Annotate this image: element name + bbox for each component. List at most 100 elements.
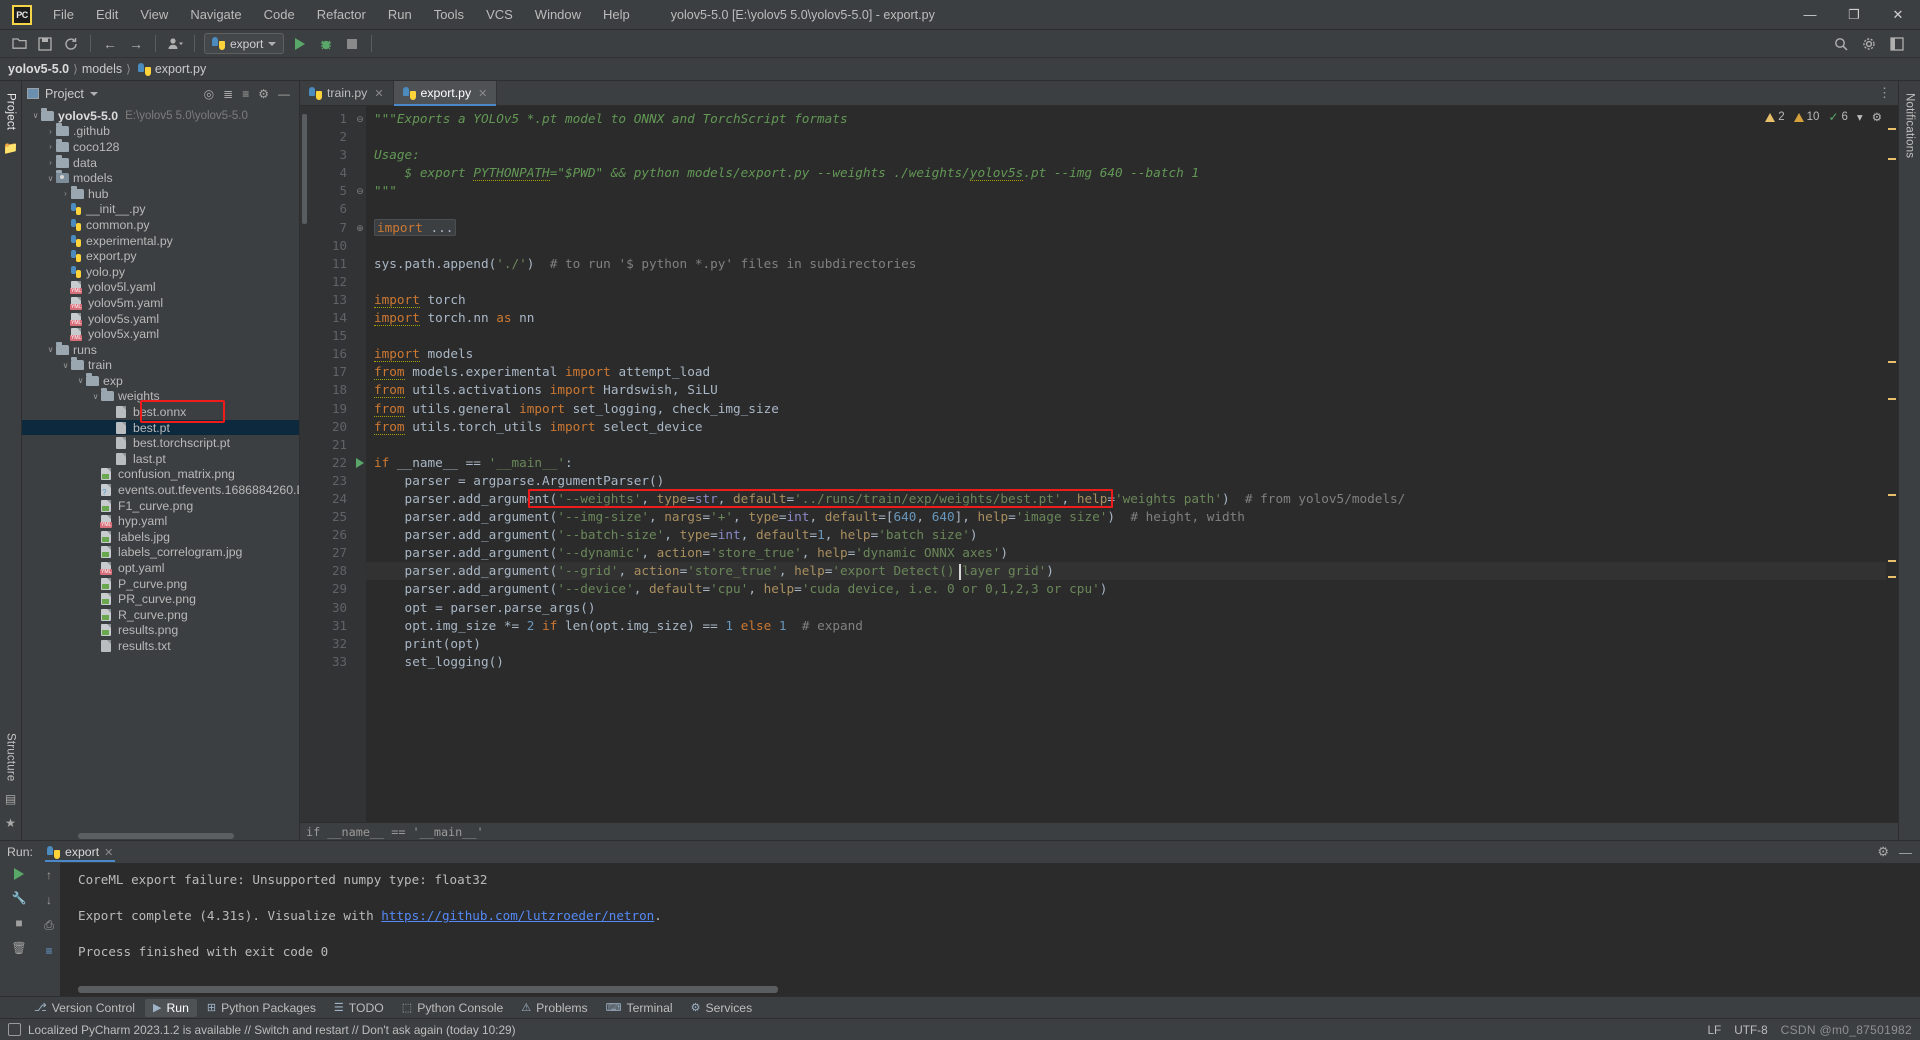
tree-item-results-txt[interactable]: results.txt [22, 638, 299, 654]
menu-edit[interactable]: Edit [85, 3, 129, 26]
project-chevron-down-icon[interactable] [89, 91, 98, 96]
tree-expand-arrow[interactable]: ∨ [30, 111, 41, 120]
minimize-button[interactable]: — [1788, 0, 1832, 30]
sync-icon[interactable] [58, 32, 84, 56]
code-line-32[interactable]: print(opt) [366, 635, 1886, 653]
line-separator-indicator[interactable]: LF [1707, 1023, 1721, 1037]
run-configuration-selector[interactable]: export [204, 33, 285, 54]
close-button[interactable]: ✕ [1876, 0, 1920, 30]
back-arrow-icon[interactable]: ← [97, 32, 123, 56]
fold-marker[interactable] [354, 617, 366, 635]
code-line-1[interactable]: """Exports a YOLOv5 *.pt model to ONNX a… [366, 110, 1886, 128]
tree-item-weights[interactable]: ∨ weights [22, 389, 299, 405]
fold-marker[interactable]: ⊖ [354, 182, 366, 200]
tree-item-yolov5l-yaml[interactable]: yolov5l.yaml [22, 280, 299, 296]
fold-marker[interactable] [354, 200, 366, 218]
fold-marker[interactable] [354, 400, 366, 418]
fold-marker[interactable] [354, 146, 366, 164]
tree-expand-arrow[interactable]: › [45, 158, 56, 167]
tool-button-terminal[interactable]: ⌨ Terminal [598, 999, 681, 1017]
inspection-chevron-icon[interactable]: ▾ [1857, 110, 1863, 124]
fold-marker[interactable] [354, 454, 366, 472]
project-horizontal-scrollbar[interactable] [22, 831, 299, 840]
tree-expand-arrow[interactable]: ∨ [45, 345, 56, 354]
fold-marker[interactable] [354, 472, 366, 490]
hide-panel-icon[interactable]: — [278, 87, 290, 101]
code-line-14[interactable]: import torch.nn as nn [366, 309, 1886, 327]
code-line-31[interactable]: opt.img_size *= 2 if len(opt.img_size) =… [366, 617, 1886, 635]
menu-help[interactable]: Help [592, 3, 641, 26]
fold-marker[interactable]: ⊕ [354, 219, 366, 237]
fold-marker[interactable] [354, 363, 366, 381]
locate-file-icon[interactable]: ◎ [204, 87, 214, 101]
tool-button-todo[interactable]: ☰ TODO [326, 999, 392, 1017]
tree-item-train[interactable]: ∨ train [22, 358, 299, 374]
tree-item-yolov5s-yaml[interactable]: yolov5s.yaml [22, 311, 299, 327]
tree-expand-arrow[interactable]: › [60, 189, 71, 198]
fold-marker[interactable] [354, 562, 366, 580]
status-message[interactable]: Localized PyCharm 2023.1.2 is available … [28, 1023, 516, 1037]
fold-marker[interactable] [354, 291, 366, 309]
tree-item-best-torchscript-pt[interactable]: best.torchscript.pt [22, 435, 299, 451]
fold-marker[interactable] [354, 580, 366, 598]
fold-marker[interactable] [354, 436, 366, 454]
code-line-22[interactable]: if __name__ == '__main__': [366, 454, 1886, 472]
code-line-12[interactable] [366, 273, 1886, 291]
code-line-28[interactable]: parser.add_argument('--grid', action='st… [366, 562, 1886, 581]
tree-item-models[interactable]: ∨ models [22, 170, 299, 186]
console-horizontal-scrollbar[interactable] [78, 986, 778, 993]
tree-item-labels-jpg[interactable]: labels.jpg [22, 529, 299, 545]
fold-marker[interactable] [354, 273, 366, 291]
code-line-24[interactable]: parser.add_argument('--weights', type=st… [366, 490, 1886, 508]
tree-expand-arrow[interactable]: › [45, 127, 56, 136]
menu-window[interactable]: Window [524, 3, 592, 26]
collapse-all-icon[interactable]: ≡ [242, 87, 249, 101]
fold-marker[interactable] [354, 327, 366, 345]
inspection-settings-icon[interactable]: ⚙ [1872, 110, 1882, 124]
fold-marker[interactable] [354, 508, 366, 526]
code-line-4[interactable]: $ export PYTHONPATH="$PWD" && python mod… [366, 164, 1886, 182]
tree-item-runs[interactable]: ∨ runs [22, 342, 299, 358]
fold-marker[interactable] [354, 345, 366, 363]
tree-item-yolo-py[interactable]: yolo.py [22, 264, 299, 280]
tool-button-problems[interactable]: ⚠ Problems [513, 999, 595, 1017]
rail-structure-label[interactable]: Structure [5, 727, 17, 787]
code-line-11[interactable]: sys.path.append('./') # to run '$ python… [366, 255, 1886, 273]
user-icon[interactable] [162, 32, 188, 56]
breadcrumb-models[interactable]: models [82, 62, 122, 76]
wrench-icon[interactable]: 🔧 [12, 891, 27, 905]
code-line-16[interactable]: import models [366, 345, 1886, 363]
rail-notifications-label[interactable]: Notifications [1904, 87, 1916, 164]
warning-count[interactable]: 2 [1765, 111, 1785, 123]
menu-tools[interactable]: Tools [423, 3, 475, 26]
fold-marker[interactable] [354, 381, 366, 399]
menu-file[interactable]: File [42, 3, 85, 26]
fold-marker[interactable]: ⊖ [354, 110, 366, 128]
notification-icon[interactable] [8, 1023, 21, 1036]
save-icon[interactable] [32, 32, 58, 56]
run-settings-icon[interactable]: ⚙ [1877, 844, 1889, 860]
tool-button-services[interactable]: ⚙ Services [683, 999, 761, 1017]
stop-button[interactable] [339, 32, 365, 56]
rail-folder-icon[interactable]: 📁 [3, 136, 18, 160]
netron-link[interactable]: https://github.com/lutzroeder/netron [381, 908, 654, 923]
down-arrow-icon[interactable]: ↓ [46, 893, 52, 907]
editor-structure-breadcrumb[interactable]: if __name__ == '__main__' [300, 822, 1898, 840]
code-line-30[interactable]: opt = parser.parse_args() [366, 599, 1886, 617]
fold-marker[interactable] [354, 128, 366, 146]
code-line-18[interactable]: from utils.activations import Hardswish,… [366, 381, 1886, 399]
tree-item-pr-curve-png[interactable]: PR_curve.png [22, 591, 299, 607]
rerun-icon[interactable] [13, 868, 24, 880]
tree-item-experimental-py[interactable]: experimental.py [22, 233, 299, 249]
breadcrumb-project[interactable]: yolov5-5.0 [8, 62, 69, 76]
run-tab-export[interactable]: export ✕ [41, 845, 119, 862]
code-folding-gutter[interactable]: ⊖ ⊖ ⊕ [354, 106, 366, 822]
tree-item-events-out-tfevents-1686884260-deskto[interactable]: events.out.tfevents.1686884260.DESKTO [22, 482, 299, 498]
tool-button-run[interactable]: ▶ Run [145, 998, 197, 1017]
tree-item-yolov5-5-0[interactable]: ∨ yolov5-5.0 E:\yolov5 5.0\yolov5-5.0 [22, 108, 299, 124]
tree-item-export-py[interactable]: export.py [22, 248, 299, 264]
menu-view[interactable]: View [129, 3, 179, 26]
tree-expand-arrow[interactable]: ∨ [60, 361, 71, 370]
stop-icon[interactable]: ■ [15, 916, 22, 930]
fold-marker[interactable] [354, 635, 366, 653]
